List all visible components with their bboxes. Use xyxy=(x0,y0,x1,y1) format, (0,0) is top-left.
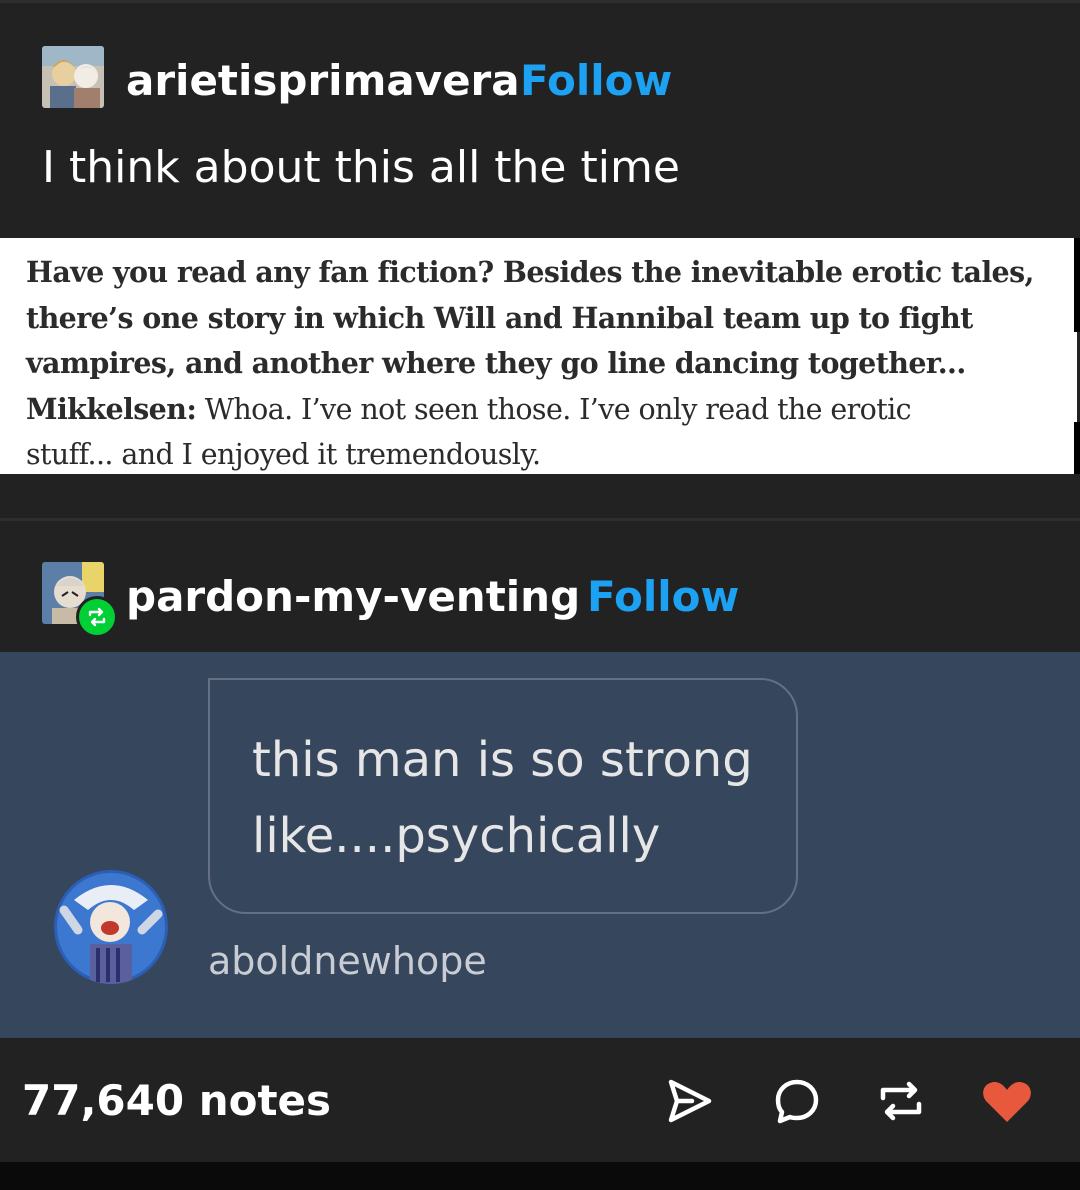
excerpt-edge xyxy=(1074,238,1080,332)
reblog-badge-icon xyxy=(76,596,118,638)
excerpt-line-4-text: Whoa. I’ve not seen those. I’ve only rea… xyxy=(196,392,912,426)
like-icon[interactable] xyxy=(980,1074,1034,1128)
quoted-excerpt-image: Have you read any fan fiction? Besides t… xyxy=(0,238,1077,474)
comment-icon[interactable] xyxy=(770,1074,824,1128)
bottom-bar xyxy=(0,1162,1080,1190)
sender-username[interactable]: aboldnewhope xyxy=(208,942,487,980)
post1-follow-button[interactable]: Follow xyxy=(520,60,672,102)
excerpt-speaker: Mikkelsen: xyxy=(26,391,197,426)
notes-count[interactable]: 77,640 notes xyxy=(22,1080,331,1122)
excerpt-line-3: vampires, and another where they go line… xyxy=(26,346,966,380)
message-bubble: this man is so strong like....psychicall… xyxy=(208,678,798,914)
arietisprimavera-avatar[interactable] xyxy=(42,46,104,108)
post1-caption: I think about this all the time xyxy=(42,142,680,193)
top-divider xyxy=(0,0,1080,3)
post2-follow-button[interactable]: Follow xyxy=(587,576,739,618)
message-line-2: like....psychically xyxy=(252,808,661,864)
excerpt-line-1: Have you read any fan fiction? Besides t… xyxy=(26,255,1034,289)
excerpt-line-2: there’s one story in which Will and Hann… xyxy=(26,300,973,335)
post2-username[interactable]: pardon-my-venting xyxy=(126,576,580,618)
share-icon[interactable] xyxy=(662,1074,716,1128)
post-divider xyxy=(0,518,1080,521)
excerpt-line-5: stuff... and I enjoyed it tremendously. xyxy=(26,438,541,471)
message-line-1: this man is so strong xyxy=(252,732,753,788)
excerpt-edge xyxy=(1074,422,1080,474)
excerpt-line-4: Mikkelsen: Whoa. I’ve not seen those. I’… xyxy=(26,387,1077,433)
reblog-icon[interactable] xyxy=(874,1074,928,1128)
post1-username[interactable]: arietisprimavera xyxy=(126,60,520,102)
aboldnewhope-avatar[interactable] xyxy=(54,870,168,984)
